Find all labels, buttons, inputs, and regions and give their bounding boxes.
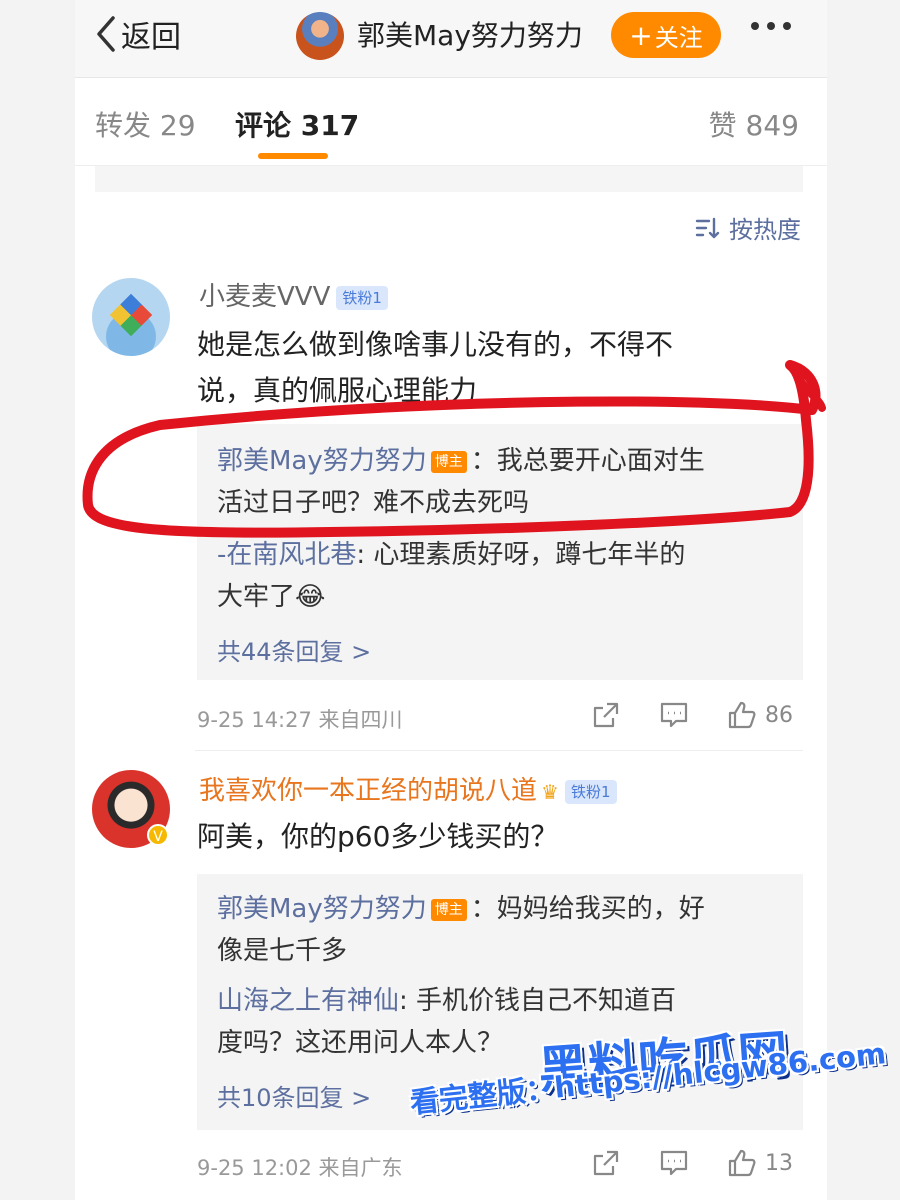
- fan-badge: 铁粉1: [564, 779, 617, 804]
- comment-text-line: 阿美，你的p60多少钱买的？: [197, 820, 559, 853]
- reply-text: : 手机价钱自己不知道百: [399, 986, 677, 1016]
- sort-icon: [695, 217, 720, 238]
- plus-icon: +: [629, 18, 653, 52]
- comment-text-line: 她是怎么做到像啥事儿没有的，不得不: [197, 328, 674, 361]
- reply-text: ：妈妈给我买的，好: [470, 894, 705, 924]
- like-button[interactable]: 86: [727, 700, 793, 730]
- share-icon: [593, 1150, 619, 1176]
- tab-repost[interactable]: 转发 29: [95, 104, 196, 144]
- share-button[interactable]: [591, 700, 621, 730]
- comment-text-line: 说，真的佩服心理能力: [197, 374, 478, 407]
- reply-text: 大牢了😂: [217, 582, 326, 612]
- fan-badge: 铁粉1: [336, 285, 388, 310]
- comment-icon: [660, 1150, 688, 1176]
- username-text: 小麦麦VVV: [199, 282, 331, 312]
- share-icon: [593, 702, 619, 728]
- back-button[interactable]: 返回: [93, 12, 181, 56]
- thumbs-up-icon: [728, 701, 756, 729]
- reply-text: ：我总要开心面对生: [470, 446, 705, 476]
- active-tab-indicator: [258, 153, 328, 159]
- sort-button[interactable]: 按热度: [695, 210, 801, 245]
- sort-label: 按热度: [729, 216, 801, 244]
- view-more-replies-link[interactable]: 共44条回复 >: [217, 632, 371, 667]
- author-avatar[interactable]: [296, 12, 344, 60]
- commenter-avatar[interactable]: [92, 278, 170, 356]
- comment-meta: 9-25 12:02 来自广东: [197, 1156, 403, 1180]
- comment-icon: [660, 702, 688, 728]
- follow-label: 关注: [654, 23, 703, 52]
- crown-icon: ♛: [541, 779, 559, 804]
- reply-author[interactable]: 郭美May努力努力: [217, 894, 427, 924]
- like-button[interactable]: 13: [727, 1148, 793, 1178]
- pinwheel-icon: [109, 293, 153, 337]
- top-nav-bar: 返回 郭美May努力努力 + 关注: [75, 0, 827, 78]
- reply-item[interactable]: 郭美May努力努力 博主 ：妈妈给我买的，好 像是七千多: [217, 888, 705, 972]
- previous-content-edge: [95, 166, 803, 192]
- view-more-replies-link[interactable]: 共10条回复 >: [217, 1078, 371, 1113]
- username-text: 我喜欢你一本正经的胡说八道: [199, 776, 538, 806]
- like-count: 13: [765, 1150, 793, 1176]
- reply-item[interactable]: -在南风北巷: 心理素质好呀，蹲七年半的 大牢了😂: [217, 534, 685, 618]
- reply-text: : 心理素质好呀，蹲七年半的: [356, 540, 686, 570]
- reply-author[interactable]: -在南风北巷: [217, 540, 356, 570]
- comment-meta: 9-25 14:27 来自四川: [197, 708, 403, 732]
- tab-bar: 转发 29 评论 317 赞 849: [75, 78, 827, 166]
- back-label: 返回: [121, 20, 181, 55]
- comment-text: 她是怎么做到像啥事儿没有的，不得不 说，真的佩服心理能力: [197, 322, 673, 414]
- comment-text: 阿美，你的p60多少钱买的？: [197, 814, 558, 860]
- host-badge: 博主: [430, 898, 467, 921]
- host-badge: 博主: [430, 450, 467, 473]
- follow-button[interactable]: + 关注: [611, 12, 721, 58]
- comment-username[interactable]: 小麦麦VVV 铁粉1: [199, 276, 388, 313]
- reply-button[interactable]: [659, 1148, 689, 1178]
- reply-button[interactable]: [659, 700, 689, 730]
- thumbs-up-icon: [728, 1149, 756, 1177]
- reply-author[interactable]: 郭美May努力努力: [217, 446, 427, 476]
- reply-item[interactable]: 郭美May努力努力 博主 ：我总要开心面对生 活过日子吧？难不成去死吗: [217, 440, 705, 524]
- comment-username[interactable]: 我喜欢你一本正经的胡说八道 ♛ 铁粉1: [199, 770, 617, 807]
- tab-comment[interactable]: 评论 317: [235, 104, 359, 144]
- reply-text: 像是七千多: [217, 936, 348, 966]
- share-button[interactable]: [591, 1148, 621, 1178]
- verified-badge-icon: V: [147, 824, 169, 846]
- reply-author[interactable]: 山海之上有神仙: [217, 986, 399, 1016]
- divider: [195, 750, 803, 751]
- more-options-icon[interactable]: [751, 22, 791, 30]
- like-count: 86: [765, 702, 793, 728]
- tab-like[interactable]: 赞 849: [709, 104, 799, 144]
- chevron-left-icon: [97, 16, 115, 52]
- page-title: 郭美May努力努力: [357, 19, 583, 52]
- reply-text: 活过日子吧？难不成去死吗: [217, 488, 530, 518]
